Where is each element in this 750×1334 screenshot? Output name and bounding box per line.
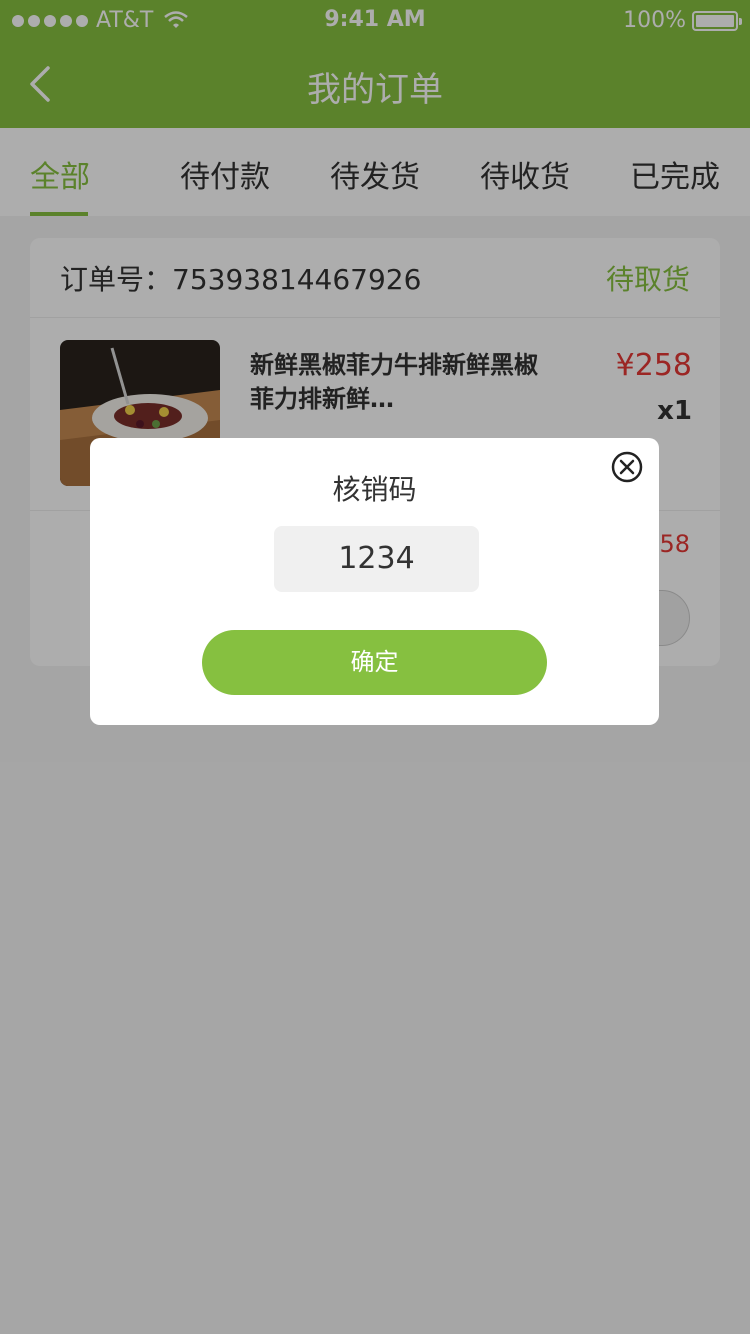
- verification-code-dialog: 核销码 1234 确定: [90, 438, 659, 725]
- close-icon[interactable]: [611, 451, 643, 483]
- verification-code: 1234: [274, 526, 479, 592]
- confirm-button[interactable]: 确定: [202, 630, 547, 695]
- dialog-title: 核销码: [332, 473, 417, 506]
